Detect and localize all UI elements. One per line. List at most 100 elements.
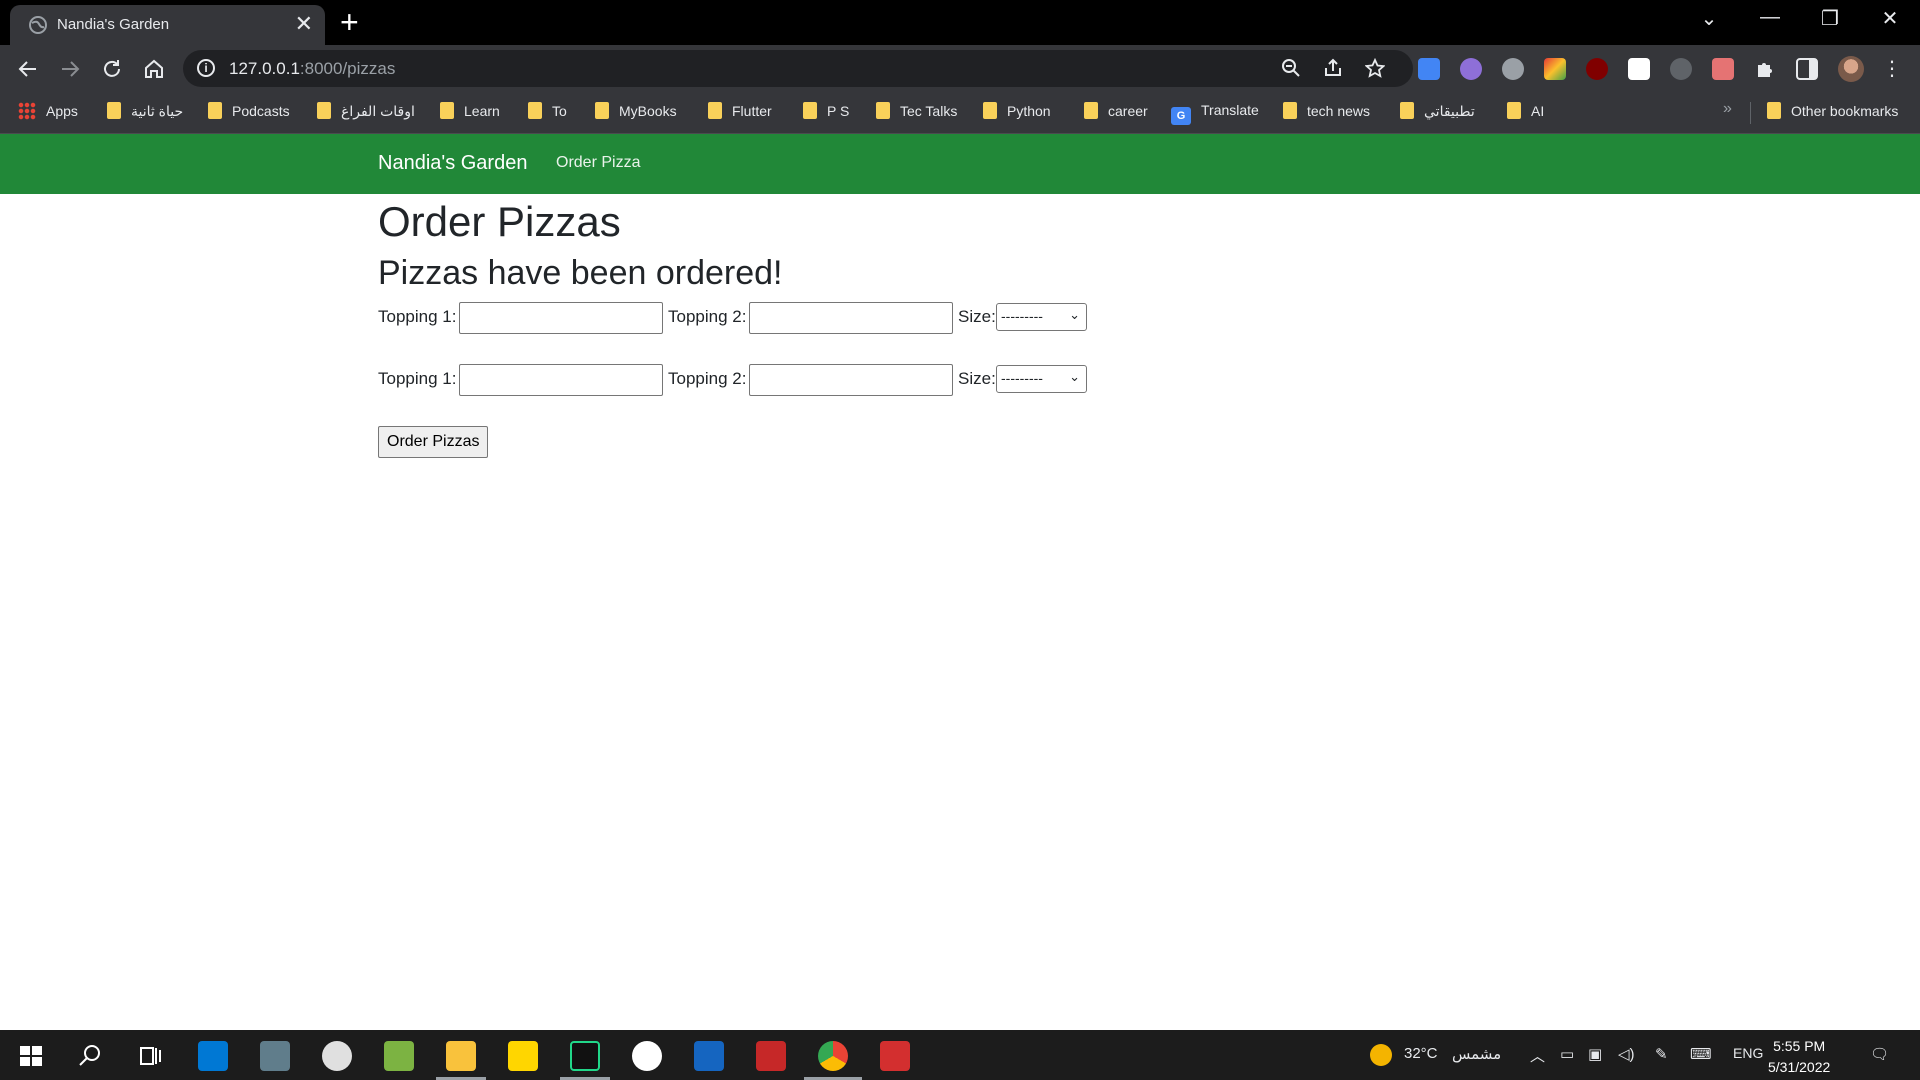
bookmark-folder[interactable]: MyBooks [595, 102, 677, 119]
size-label: Size: [958, 307, 996, 326]
sun-weather-icon[interactable] [1370, 1044, 1392, 1066]
bookmark-folder[interactable]: Podcasts [208, 102, 290, 119]
windows-taskbar: 32°C مشمس ︿ ▭ ▣ ◁) ✎ ⌨ ENG 5:55 PM 5/31/… [0, 1030, 1920, 1080]
bookmark-folder[interactable]: career [1084, 102, 1148, 119]
tab-strip: Nandia's Garden ✕ + ⌄ — ❐ ✕ [0, 0, 1920, 45]
media-player-icon[interactable] [508, 1041, 538, 1071]
forward-button[interactable] [54, 53, 86, 85]
apps-grid-icon [18, 102, 36, 120]
bookmark-folder[interactable]: Flutter [708, 102, 772, 119]
tab-title: Nandia's Garden [57, 16, 170, 33]
file-explorer-icon[interactable] [446, 1041, 476, 1071]
bookmark-folder[interactable]: tech news [1283, 102, 1370, 119]
acrobat-icon[interactable] [756, 1041, 786, 1071]
folder-icon [1400, 102, 1414, 119]
folder-icon [317, 102, 331, 119]
bookmarks-overflow-icon[interactable]: » [1723, 100, 1732, 118]
site-brand-link[interactable]: Nandia's Garden [378, 152, 527, 175]
calculator-icon[interactable] [260, 1041, 290, 1071]
network-icon[interactable]: ▣ [1588, 1045, 1602, 1063]
volume-icon[interactable]: ◁) [1618, 1045, 1635, 1063]
extensions-puzzle-icon[interactable] [1754, 58, 1776, 80]
reload-icon [104, 60, 120, 77]
bookmark-folder[interactable]: AI [1507, 102, 1544, 119]
bookmark-folder[interactable]: حياة ثانية [107, 102, 183, 120]
microsoft-store-icon[interactable] [198, 1041, 228, 1071]
topping1-label: Topping 1: [378, 369, 457, 388]
battery-icon[interactable]: ▭ [1560, 1045, 1574, 1063]
windows-start-icon[interactable] [16, 1041, 46, 1071]
close-window-button[interactable]: ✕ [1870, 6, 1910, 31]
reader-extension-icon[interactable] [1670, 58, 1692, 80]
system-clock[interactable]: 5:55 PM 5/31/2022 [1768, 1036, 1830, 1078]
folder-icon [595, 102, 609, 119]
restore-button[interactable]: ❐ [1810, 6, 1850, 31]
whiteboard-icon[interactable] [694, 1041, 724, 1071]
chrome-icon[interactable] [818, 1041, 848, 1071]
task-view-icon[interactable] [135, 1041, 165, 1071]
image-editor-icon[interactable] [384, 1041, 414, 1071]
weather-description[interactable]: مشمس [1452, 1045, 1501, 1063]
bookmark-folder[interactable]: Python [983, 102, 1051, 119]
reload-button[interactable] [96, 53, 128, 85]
chrome-menu-icon[interactable]: ⋮ [1876, 53, 1908, 85]
topping1-input[interactable] [459, 302, 663, 334]
size-select[interactable]: --------- ⌄ [996, 365, 1087, 393]
bookmark-folder[interactable]: Learn [440, 102, 500, 119]
notification-icon[interactable]: 🗨 [1870, 1045, 1889, 1063]
order-pizzas-button[interactable]: Order Pizzas [378, 426, 489, 458]
pycharm-icon[interactable] [570, 1041, 600, 1071]
url-text[interactable]: 127.0.0.1:8000/pizzas [229, 59, 395, 79]
app-circle-icon[interactable] [632, 1041, 662, 1071]
language-indicator[interactable]: ENG [1733, 1045, 1763, 1061]
media-extension-icon[interactable] [1712, 58, 1734, 80]
minimize-button[interactable]: — [1750, 6, 1790, 29]
bookmark-folder[interactable]: تطبيقاتي [1400, 102, 1475, 120]
folder-icon [1283, 102, 1297, 119]
folder-icon [440, 102, 454, 119]
bookmark-folder[interactable]: اوقات الفراغ [317, 102, 415, 120]
weather-temperature[interactable]: 32°C [1404, 1045, 1438, 1062]
google-translate-extension-icon[interactable] [1418, 58, 1440, 80]
bookmark-label: Translate [1201, 102, 1259, 118]
new-tab-button[interactable]: + [340, 6, 359, 38]
tab-search-icon[interactable]: ⌄ [1689, 6, 1729, 31]
home-button[interactable] [138, 53, 170, 85]
ublock-extension-icon[interactable] [1586, 58, 1608, 80]
globe-extension-icon[interactable] [1502, 58, 1524, 80]
bookmark-label: اوقات الفراغ [341, 103, 415, 119]
zoom-icon[interactable] [1281, 58, 1301, 78]
address-bar[interactable]: i 127.0.0.1:8000/pizzas [183, 50, 1413, 87]
feather-extension-icon[interactable] [1460, 58, 1482, 80]
bookmark-folder[interactable]: P S [803, 102, 849, 119]
bookmark-star-icon[interactable] [1365, 58, 1385, 78]
other-bookmarks[interactable]: Other bookmarks [1767, 102, 1898, 119]
share-icon[interactable] [1323, 58, 1343, 78]
chevron-up-icon[interactable]: ︿ [1530, 1045, 1545, 1066]
browser-tab[interactable]: Nandia's Garden ✕ [10, 5, 325, 45]
nav-link-order-pizza[interactable]: Order Pizza [556, 154, 640, 172]
clock-app-icon[interactable] [322, 1041, 352, 1071]
pen-icon[interactable]: ✎ [1655, 1045, 1668, 1063]
bitwarden-extension-icon[interactable] [1628, 58, 1650, 80]
back-button[interactable] [12, 53, 44, 85]
profile-avatar[interactable] [1838, 56, 1864, 82]
translate-icon: G [1171, 107, 1191, 125]
bookmark-apps[interactable]: Apps [18, 102, 78, 120]
bookmark-label: Other bookmarks [1791, 103, 1899, 119]
keyboard-icon[interactable]: ⌨ [1690, 1045, 1712, 1063]
bookmark-folder[interactable]: Tec Talks [876, 102, 957, 119]
wps-office-icon[interactable] [880, 1041, 910, 1071]
side-panel-icon[interactable] [1796, 58, 1818, 80]
topping1-input[interactable] [459, 364, 663, 396]
bookmark-label: AI [1531, 103, 1545, 119]
search-icon[interactable] [75, 1041, 105, 1071]
topping2-input[interactable] [749, 364, 953, 396]
size-select[interactable]: --------- ⌄ [996, 303, 1087, 331]
topping2-input[interactable] [749, 302, 953, 334]
site-info-icon[interactable]: i [197, 59, 215, 77]
bookmark-folder[interactable]: To [528, 102, 567, 119]
shield-extension-icon[interactable] [1544, 58, 1566, 80]
tab-close-icon[interactable]: ✕ [295, 11, 313, 37]
bookmark-translate[interactable]: G Translate [1171, 102, 1259, 125]
